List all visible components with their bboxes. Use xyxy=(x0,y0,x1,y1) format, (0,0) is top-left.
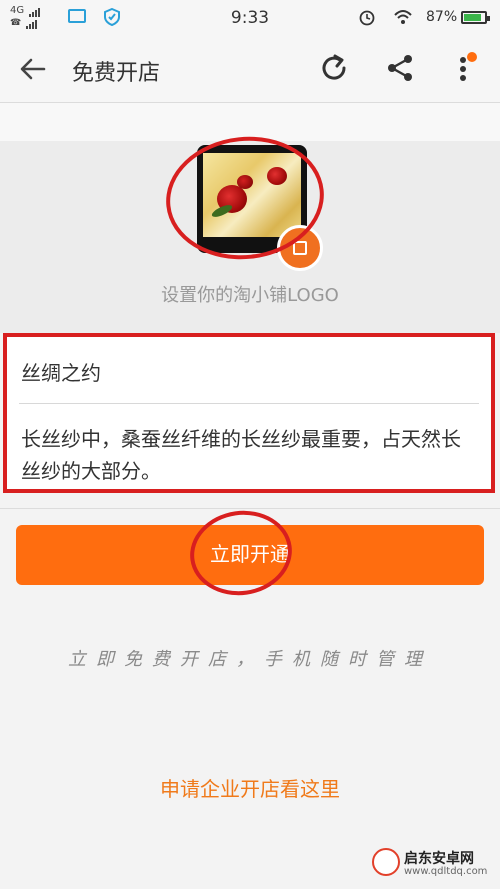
refresh-icon[interactable] xyxy=(318,52,350,84)
enterprise-shop-link[interactable]: 申请企业开店看这里 xyxy=(0,773,500,802)
share-icon[interactable] xyxy=(384,52,416,84)
logo-section: 设置你的淘小铺LOGO xyxy=(0,129,500,333)
clock-time: 9:33 xyxy=(230,8,270,28)
slogan-text: 立即免费开店，手机随时管理 xyxy=(68,649,432,670)
watermark: 启东安卓网 www.qdltdq.com xyxy=(366,846,496,886)
watermark-url: www.qdltdq.com xyxy=(404,866,488,877)
title-bar: 免费开店 xyxy=(0,36,500,103)
divider xyxy=(0,508,500,509)
wifi-icon xyxy=(394,10,412,24)
alarm-icon xyxy=(359,10,375,26)
status-bar: 4G ☎ 9:33 87% xyxy=(0,0,500,36)
page-title: 免费开店 xyxy=(72,61,161,86)
spacer xyxy=(0,103,500,141)
back-arrow-icon[interactable] xyxy=(18,54,48,84)
battery-percent: 87% xyxy=(426,9,458,25)
more-icon[interactable] xyxy=(455,52,479,86)
watermark-logo-icon xyxy=(372,848,400,876)
watermark-name: 启东安卓网 xyxy=(404,851,474,867)
edit-icon[interactable] xyxy=(277,225,323,271)
divider xyxy=(19,403,479,404)
open-shop-button[interactable]: 立即开通 xyxy=(16,525,484,585)
shop-description-field[interactable]: 长丝纱中，桑蚕丝纤维的长丝纱最重要，占天然长丝纱的大部分。 xyxy=(21,423,479,487)
battery-icon xyxy=(461,11,490,24)
shop-name-field[interactable]: 丝绸之约 xyxy=(21,357,101,386)
notification-dot xyxy=(467,52,477,62)
logo-caption[interactable]: 设置你的淘小铺LOGO xyxy=(0,281,500,307)
shop-info-form: 丝绸之约 长丝纱中，桑蚕丝纤维的长丝纱最重要，占天然长丝纱的大部分。 xyxy=(3,333,495,493)
